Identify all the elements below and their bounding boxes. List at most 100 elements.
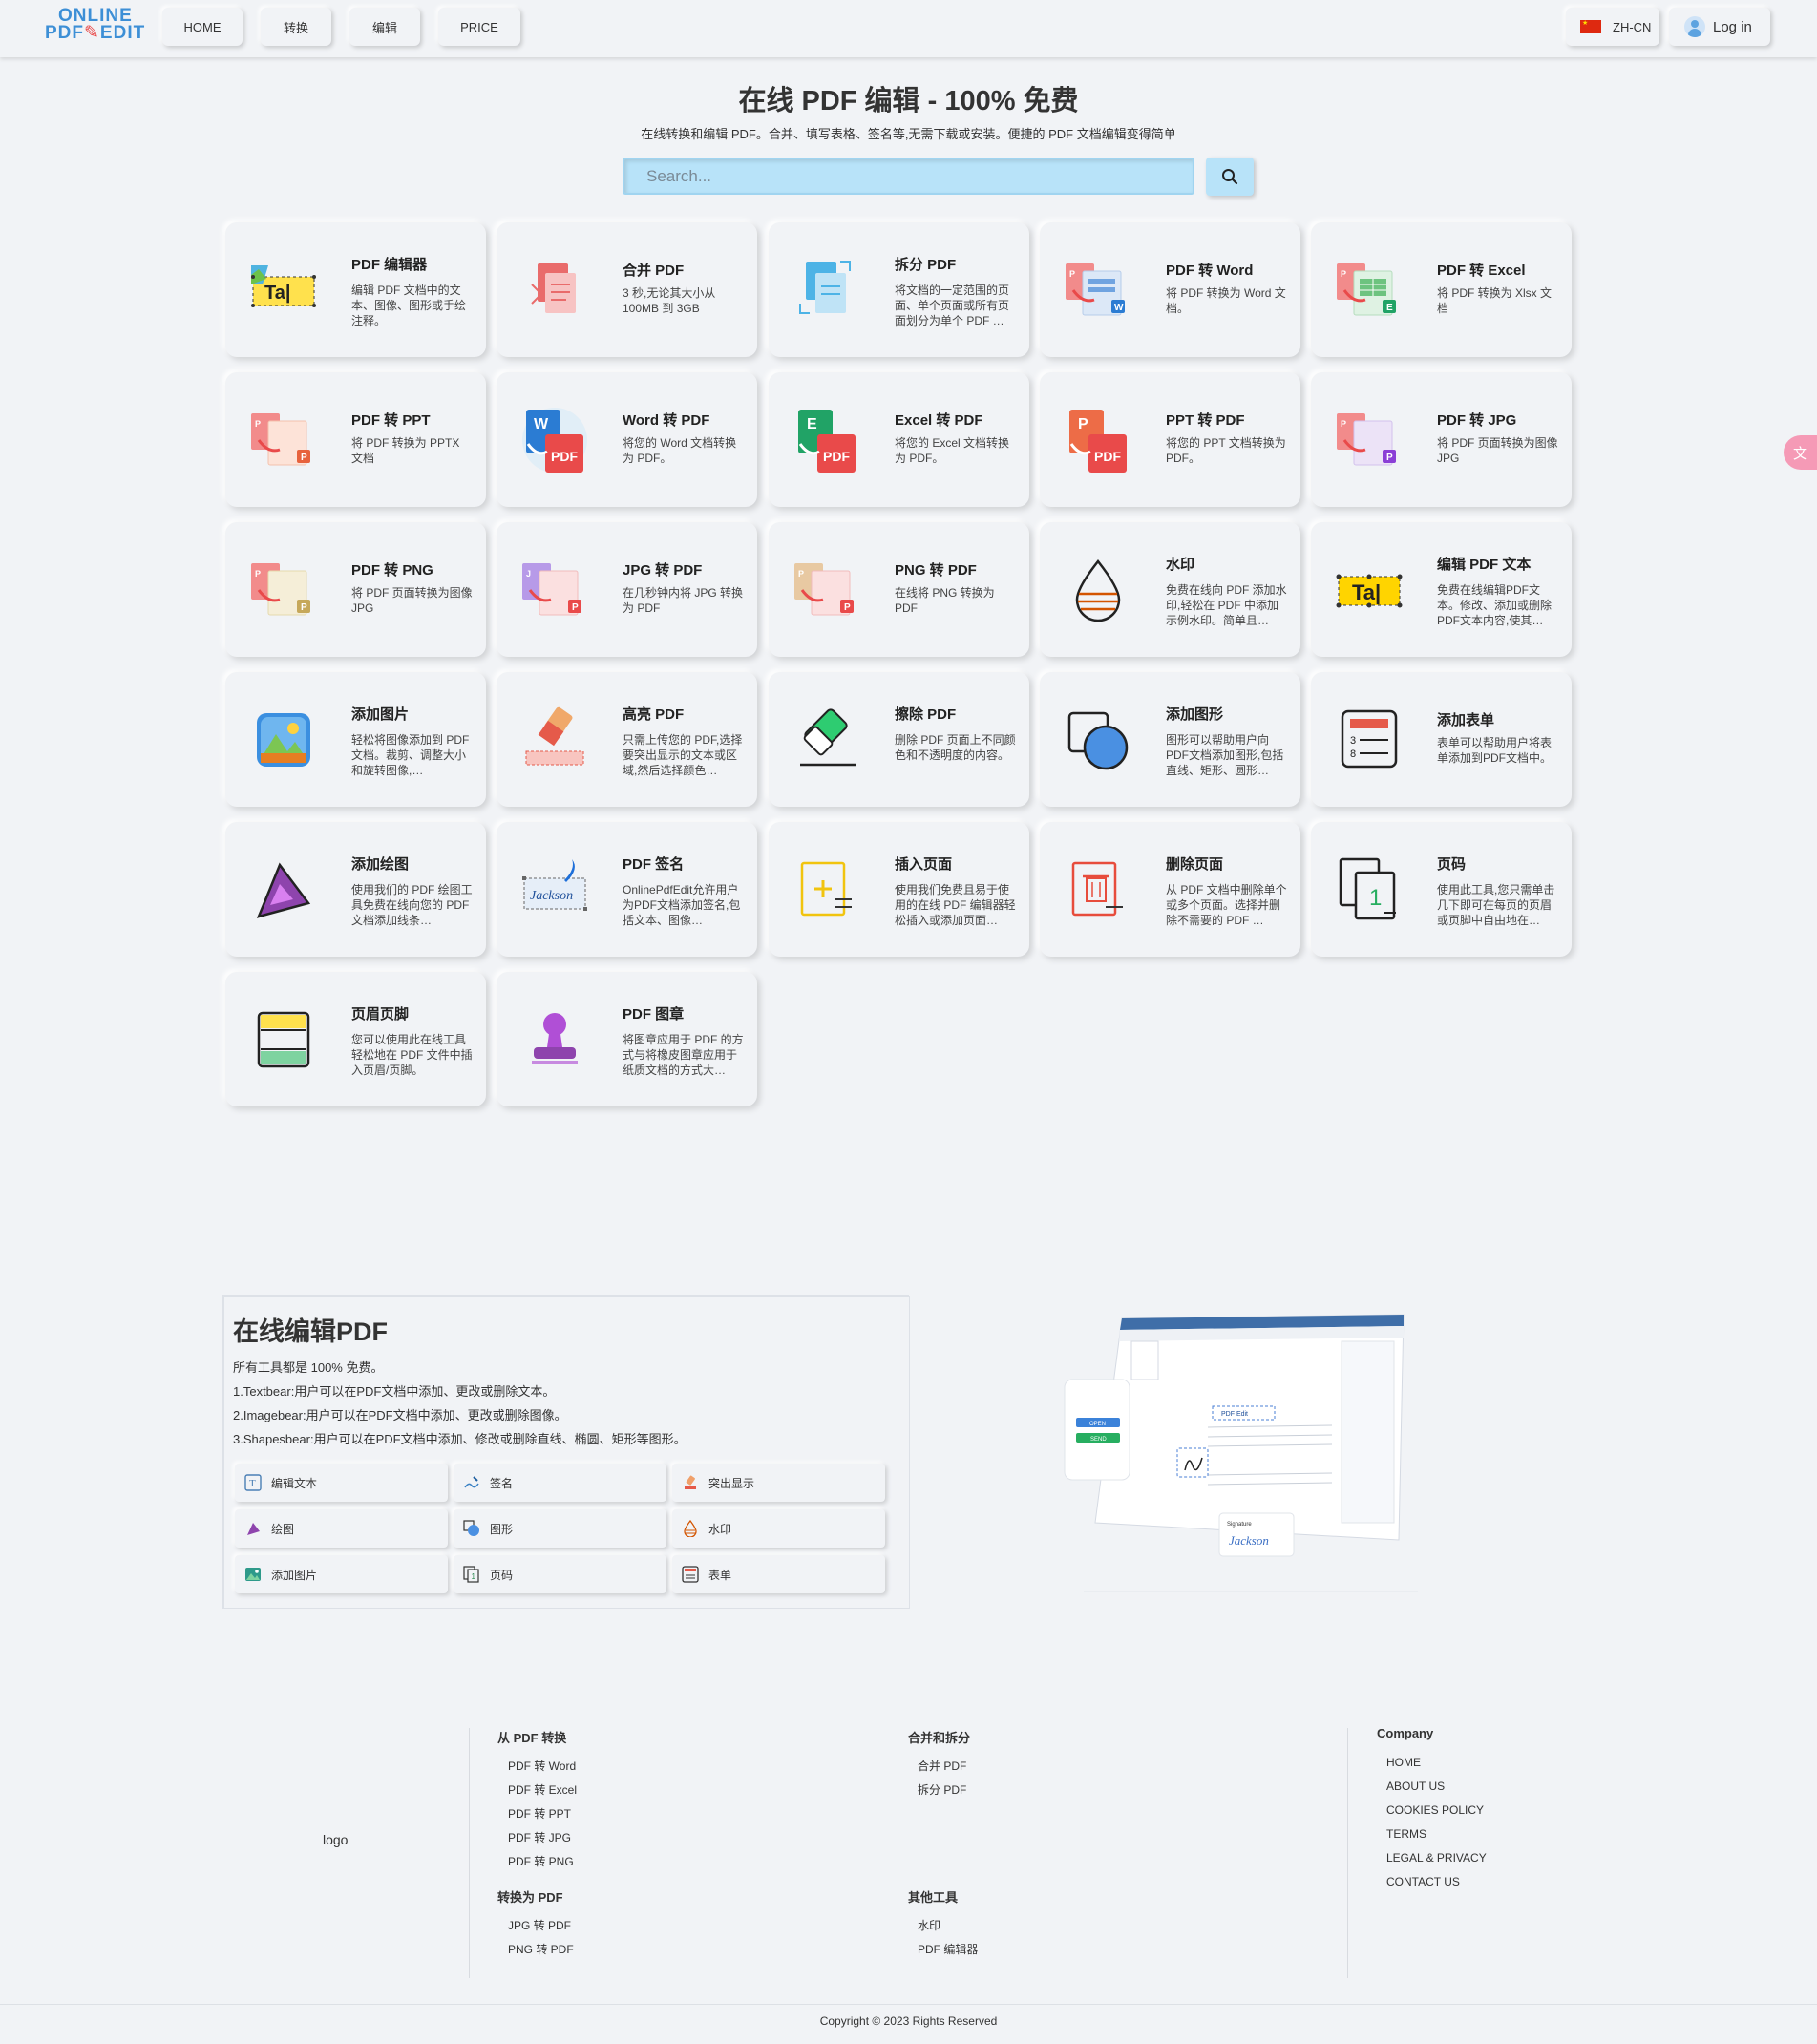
png-to-pdf-icon: PP xyxy=(794,563,854,616)
footer-link[interactable]: LEGAL & PRIVACY xyxy=(1386,1851,1487,1865)
tool-title: 拆分 PDF xyxy=(895,257,957,273)
tool-card[interactable]: E P PDF 转 Excel 将 PDF 转换为 Xlsx 文档 xyxy=(1311,222,1572,357)
site-logo[interactable]: ONLINE PDF✎EDIT xyxy=(45,7,150,46)
shapes-button[interactable]: 图形 xyxy=(454,1509,666,1548)
form-button[interactable]: 表单 xyxy=(672,1555,885,1593)
tool-description: 将 PDF 页面转换为图像 JPG xyxy=(351,586,473,615)
tool-card[interactable]: P P PNG 转 PDF 在线将 PNG 转换为 PDF xyxy=(769,522,1029,657)
tool-card[interactable]: Jackson PDF 签名 OnlinePdfEdit允许用户为PDF文档添加签名… xyxy=(497,822,757,957)
info-line: 3.Shapesbear:用户可以在PDF文档中添加、修改或删除直线、椭圆、矩形… xyxy=(233,1432,687,1446)
login-button[interactable]: Log in xyxy=(1669,8,1770,46)
info-line: 1.Textbear:用户可以在PDF文档中添加、更改或删除文本。 xyxy=(233,1384,556,1399)
footer-link[interactable]: PNG 转 PDF xyxy=(508,1941,574,1957)
tool-card[interactable]: E PDF Excel 转 PDF 将您的 Excel 文档转换为 PDF。 xyxy=(769,372,1029,507)
edit-text-button[interactable]: T 编辑文本 xyxy=(235,1464,448,1502)
nav-convert[interactable]: 转换 xyxy=(261,8,331,46)
svg-text:P: P xyxy=(301,453,307,463)
footer-link[interactable]: JPG 转 PDF xyxy=(508,1917,571,1933)
footer-link[interactable]: PDF 转 Excel xyxy=(508,1781,577,1798)
tool-title: 水印 xyxy=(1166,557,1195,573)
tool-card[interactable]: 擦除 PDF 删除 PDF 页面上不同颜色和不透明度的内容。 xyxy=(769,672,1029,807)
tool-card[interactable]: 高亮 PDF 只需上传您的 PDF,选择要突出显示的文本或区域,然后选择颜色… xyxy=(497,672,757,807)
tool-card[interactable]: P P PDF 转 PNG 将 PDF 页面转换为图像 JPG xyxy=(225,522,486,657)
tool-card[interactable]: 水印 免费在线向 PDF 添加水印,轻松在 PDF 中添加示例水印。简单且… xyxy=(1040,522,1300,657)
footer-logo[interactable]: logo xyxy=(323,1832,348,1847)
draw-button[interactable]: 绘图 xyxy=(235,1509,448,1548)
nav-edit[interactable]: 编辑 xyxy=(349,8,420,46)
svg-text:Jackson: Jackson xyxy=(530,889,573,903)
footer-col-title: 转换为 PDF xyxy=(497,1890,563,1905)
image-icon xyxy=(245,1568,261,1581)
footer-link[interactable]: ABOUT US xyxy=(1386,1780,1445,1793)
tool-card[interactable]: 添加绘图 使用我们的 PDF 绘图工具免费在线向您的 PDF 文档添加线条… xyxy=(225,822,486,957)
signature-button[interactable]: 签名 xyxy=(454,1464,666,1502)
search-input[interactable] xyxy=(623,158,1194,195)
logo-text-bottom: PDF✎EDIT xyxy=(45,23,146,43)
nav-price[interactable]: PRICE xyxy=(438,8,520,46)
header-footer-icon xyxy=(257,1011,310,1068)
tool-card[interactable]: 拆分 PDF 将文档的一定范围的页面、单个页面或所有页面划分为单个 PDF … xyxy=(769,222,1029,357)
tool-card[interactable]: P P PDF 转 JPG 将 PDF 页面转换为图像 JPG xyxy=(1311,372,1572,507)
translate-side-tab[interactable]: 文 xyxy=(1784,435,1817,470)
login-label: Log in xyxy=(1713,18,1752,35)
drawing-triangle-icon xyxy=(247,1523,260,1535)
tool-card[interactable]: 页眉页脚 您可以使用此在线工具轻松地在 PDF 文件中插入页眉/页脚。 xyxy=(225,972,486,1106)
footer-link[interactable]: PDF 编辑器 xyxy=(918,1941,978,1957)
tool-card[interactable]: 添加图片 轻松将图像添加到 PDF 文档。裁剪、调整大小和旋转图像,… xyxy=(225,672,486,807)
tool-card[interactable]: W P PDF 转 Word 将 PDF 转换为 Word 文档。 xyxy=(1040,222,1300,357)
split-pdf-icon xyxy=(799,261,851,314)
svg-text:P: P xyxy=(1341,269,1346,279)
highlight-button[interactable]: 突出显示 xyxy=(672,1464,885,1502)
china-flag-icon xyxy=(1580,19,1601,33)
footer-link[interactable]: 合并 PDF xyxy=(918,1758,966,1774)
info-line: 2.Imagebear:用户可以在PDF文档中添加、更改或删除图像。 xyxy=(233,1408,567,1422)
tool-description: OnlinePdfEdit允许用户为PDF文档添加签名,包括文本、图像… xyxy=(623,883,741,927)
signature-icon: Jackson xyxy=(522,859,587,911)
language-selector[interactable]: ZH-CN xyxy=(1566,8,1659,46)
tool-card[interactable]: Ta| PDF 编辑器 编辑 PDF 文档中的文本、图像、图形或手绘注释。 xyxy=(225,222,486,357)
svg-text:E: E xyxy=(807,416,817,432)
form-icon xyxy=(682,1566,699,1583)
button-label: 图形 xyxy=(490,1522,514,1536)
svg-text:P: P xyxy=(1341,419,1346,429)
footer-link[interactable]: PDF 转 Word xyxy=(508,1758,576,1774)
tool-description: 将 PDF 转换为 Xlsx 文档 xyxy=(1437,286,1553,315)
page-number-button[interactable]: 1 页码 xyxy=(454,1555,666,1593)
svg-text:PDF: PDF xyxy=(823,449,850,464)
footer-link[interactable]: PDF 转 JPG xyxy=(508,1829,571,1845)
tool-card[interactable]: 合并 PDF 3 秒,无论其大小从 100MB 到 3GB xyxy=(497,222,757,357)
add-image-button[interactable]: 添加图片 xyxy=(235,1555,448,1593)
tool-card[interactable]: W PDF Word 转 PDF 将您的 Word 文档转换为 PDF。 xyxy=(497,372,757,507)
page-subtitle: 在线转换和编辑 PDF。合并、填写表格、签名等,无需下载或安装。便捷的 PDF … xyxy=(641,127,1176,141)
tool-card[interactable]: 1 页码 使用此工具,您只需单击几下即可在每页的页眉或页脚中自由地在… xyxy=(1311,822,1572,957)
word-to-pdf-icon: W PDF xyxy=(522,408,587,473)
footer-link[interactable]: 拆分 PDF xyxy=(918,1781,966,1798)
tool-card[interactable]: P PDF PPT 转 PDF 将您的 PPT 文档转换为 PDF。 xyxy=(1040,372,1300,507)
illustration-open: OPEN xyxy=(1089,1422,1106,1427)
tool-card[interactable]: 删除页面从 PDF 文档中删除单个或多个页面。选择并删除不需要的 PDF … xyxy=(1040,822,1300,957)
footer-link[interactable]: CONTACT US xyxy=(1386,1875,1460,1888)
footer-link[interactable]: TERMS xyxy=(1386,1827,1426,1841)
nav-home[interactable]: HOME xyxy=(162,8,243,46)
footer-link[interactable]: COOKIES POLICY xyxy=(1386,1803,1484,1817)
tool-card[interactable]: P J JPG 转 PDF 在几秒钟内将 JPG 转换为 PDF xyxy=(497,522,757,657)
svg-text:P: P xyxy=(1386,453,1393,463)
tool-title: PPT 转 PDF xyxy=(1166,412,1245,429)
tool-card[interactable]: P P PDF 转 PPT 将 PDF 转换为 PPTX 文档 xyxy=(225,372,486,507)
tool-card[interactable]: PDF 图章 将图章应用于 PDF 的方式与将橡皮图章应用于纸质文档的方式大… xyxy=(497,972,757,1106)
tool-description: 删除 PDF 页面上不同颜色和不透明度的内容。 xyxy=(895,733,1016,762)
button-label: 突出显示 xyxy=(708,1476,755,1490)
watermark-button[interactable]: 水印 xyxy=(672,1509,885,1548)
footer-link[interactable]: PDF 转 PNG xyxy=(508,1853,574,1869)
footer-link[interactable]: HOME xyxy=(1386,1756,1421,1769)
tool-title: PDF 图章 xyxy=(623,1006,685,1022)
pdf-to-png-icon: PP xyxy=(251,563,310,616)
tool-card[interactable]: 添加图形 图形可以帮助用户向PDF文档添加图形,包括直线、矩形、圆形… xyxy=(1040,672,1300,807)
tool-card[interactable]: 3 8 添加表单 表单可以帮助用户将表单添加到PDF文档中。 xyxy=(1311,672,1572,807)
footer-link[interactable]: PDF 转 PPT xyxy=(508,1805,571,1822)
footer-link[interactable]: 水印 xyxy=(918,1917,940,1933)
tool-card[interactable]: Ta| 编辑 PDF 文本 免费在线编辑PDF文本。修改、添加或删除PDF文本内容,… xyxy=(1311,522,1572,657)
search-button[interactable] xyxy=(1206,158,1254,196)
jpg-to-pdf-icon: PJ xyxy=(522,563,581,616)
tool-card[interactable]: 插入页面 使用我们免费且易于使用的在线 PDF 编辑器轻松插入或添加页面… xyxy=(769,822,1029,957)
